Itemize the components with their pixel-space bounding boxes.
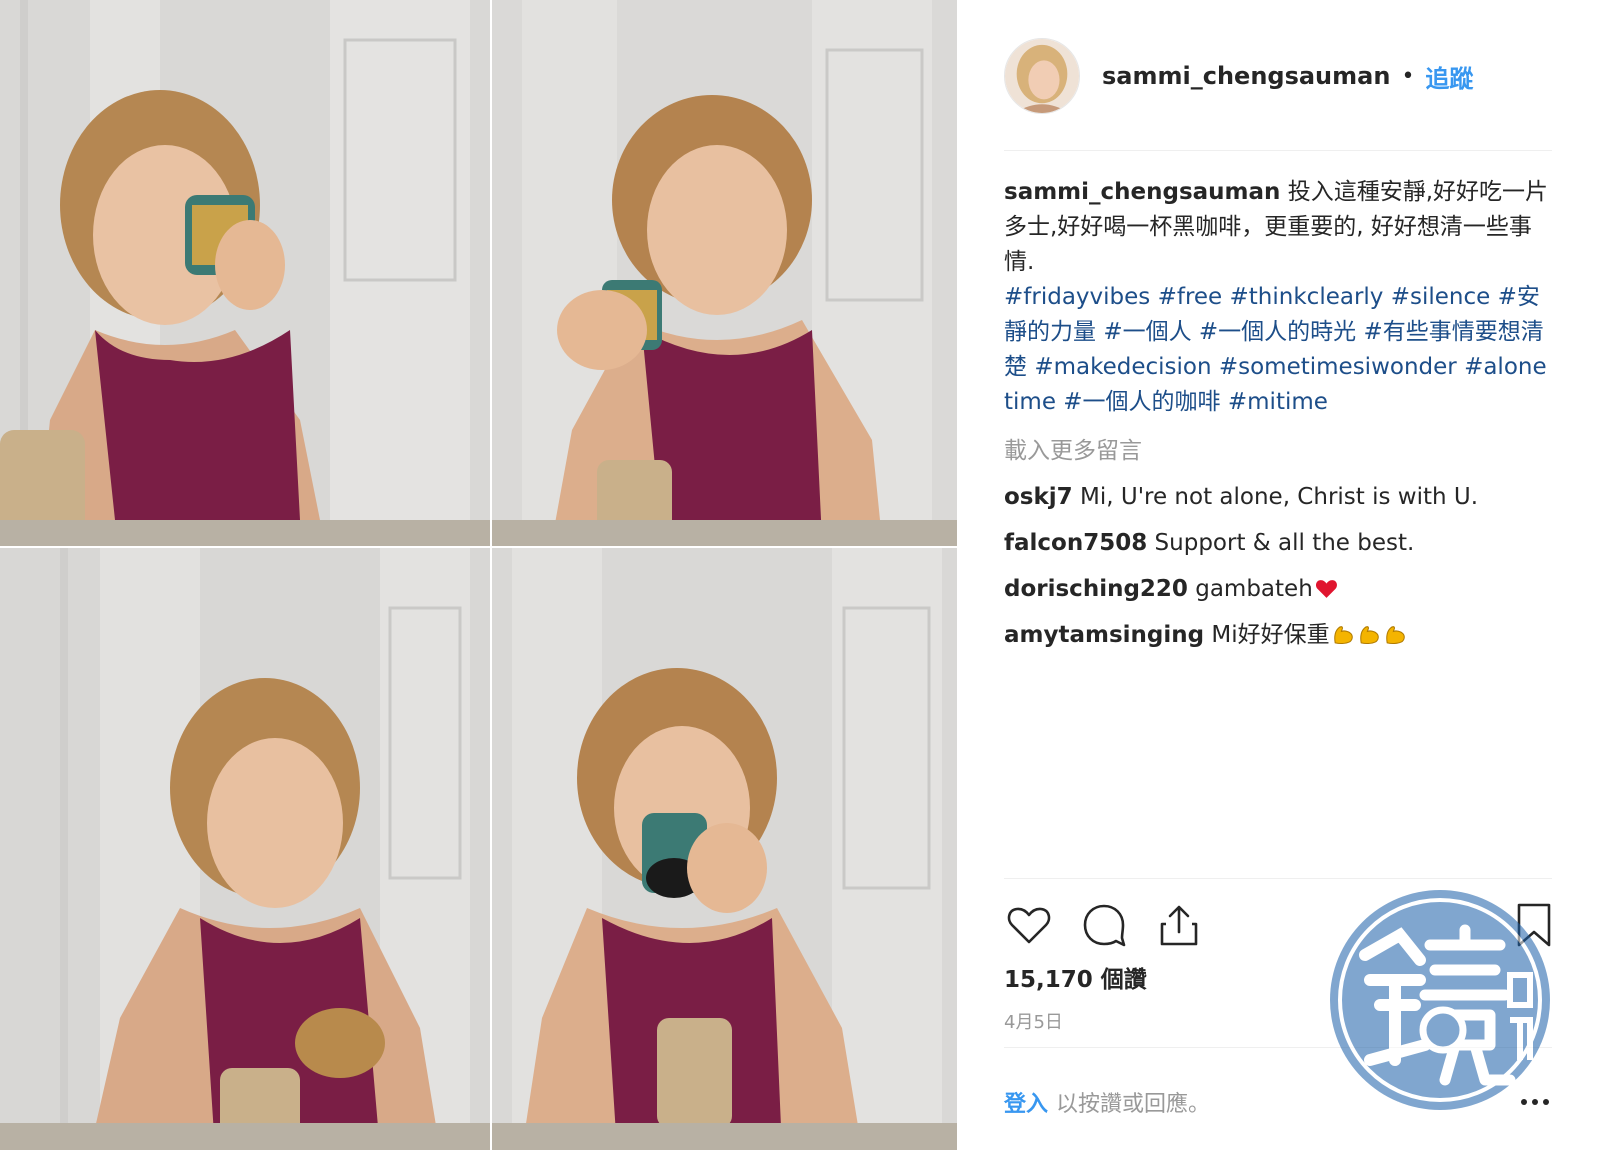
comment-username[interactable]: dorisching220 bbox=[1004, 576, 1188, 602]
comment-username[interactable]: oskj7 bbox=[1004, 484, 1073, 510]
hashtag[interactable]: #makedecision bbox=[1034, 354, 1211, 380]
share-icon[interactable] bbox=[1154, 900, 1204, 950]
comment-row: falcon7508 Support & all the best. bbox=[1004, 526, 1552, 561]
avatar[interactable] bbox=[1004, 38, 1080, 114]
hashtag[interactable]: #一個人 bbox=[1103, 319, 1191, 345]
flexed-biceps-emoji-icon bbox=[1357, 622, 1382, 647]
hashtag[interactable]: #thinkclearly bbox=[1230, 284, 1384, 310]
comment-text: Support & all the best. bbox=[1154, 530, 1415, 556]
photo-bottom-left bbox=[0, 548, 490, 1150]
flexed-biceps-emoji-icon bbox=[1331, 622, 1356, 647]
post-date[interactable]: 4月5日 bbox=[1004, 1008, 1063, 1034]
photo-top-right bbox=[492, 0, 957, 546]
like-count[interactable]: 15,170 個讚 bbox=[1004, 960, 1147, 994]
follow-button[interactable]: 追蹤 bbox=[1425, 59, 1473, 94]
comment-row: amytamsinging Mi好好保重 bbox=[1004, 618, 1552, 653]
comment-text: Mi, U're not alone, Christ is with U. bbox=[1080, 484, 1479, 510]
caption-username[interactable]: sammi_chengsauman bbox=[1004, 179, 1280, 205]
hashtag[interactable]: #一個人的咖啡 bbox=[1063, 389, 1220, 415]
comment-username[interactable]: falcon7508 bbox=[1004, 530, 1147, 556]
hashtag[interactable]: #fridayvibes bbox=[1004, 284, 1150, 310]
comment-row: oskj7 Mi, U're not alone, Christ is with… bbox=[1004, 480, 1552, 515]
post-header: sammi_chengsauman • 追蹤 bbox=[1004, 38, 1552, 114]
hashtag[interactable]: #silence bbox=[1391, 284, 1491, 310]
hashtag[interactable]: #sometimesiwonder bbox=[1219, 354, 1457, 380]
post-side-panel: sammi_chengsauman • 追蹤 sammi_chengsauman… bbox=[957, 0, 1600, 1150]
actions-divider bbox=[1004, 878, 1552, 879]
bookmark-icon[interactable] bbox=[1509, 900, 1559, 950]
header-username[interactable]: sammi_chengsauman bbox=[1102, 62, 1390, 90]
comment-row: dorisching220 gambateh bbox=[1004, 572, 1552, 607]
photo-collage bbox=[0, 0, 957, 1150]
hashtag[interactable]: #mitime bbox=[1228, 389, 1328, 415]
login-prompt-text: 以按讚或回應。 bbox=[1056, 1092, 1211, 1117]
photo-top-left bbox=[0, 0, 490, 546]
header-separator: • bbox=[1401, 63, 1415, 89]
hashtag[interactable]: #free bbox=[1158, 284, 1223, 310]
photo-bottom-right bbox=[492, 548, 957, 1150]
footer-divider bbox=[1004, 1047, 1552, 1048]
post-actions bbox=[1004, 900, 1552, 950]
flexed-biceps-emoji-icon bbox=[1383, 622, 1408, 647]
heart-icon[interactable] bbox=[1004, 900, 1054, 950]
comment-username[interactable]: amytamsinging bbox=[1004, 622, 1204, 648]
hashtag[interactable]: #一個人的時光 bbox=[1199, 319, 1356, 345]
comments-section: sammi_chengsauman 投入這種安靜,好好吃一片多士,好好喝一杯黑咖… bbox=[1004, 175, 1552, 653]
red-heart-emoji-icon bbox=[1314, 576, 1339, 601]
comment-text: Mi好好保重 bbox=[1211, 622, 1330, 648]
header-divider bbox=[1004, 150, 1552, 151]
more-dots-icon[interactable] bbox=[1518, 1087, 1552, 1117]
caption: sammi_chengsauman 投入這種安靜,好好吃一片多士,好好喝一杯黑咖… bbox=[1004, 175, 1552, 420]
comment-bubble-icon[interactable] bbox=[1079, 900, 1129, 950]
hashtag-list: #fridayvibes #free #thinkclearly #silenc… bbox=[1004, 280, 1552, 420]
load-more-comments-link[interactable]: 載入更多留言 bbox=[1004, 434, 1552, 469]
comment-text: gambateh bbox=[1195, 576, 1313, 602]
login-link[interactable]: 登入 bbox=[1004, 1086, 1048, 1118]
login-prompt: 登入 以按讚或回應。 bbox=[1004, 1085, 1552, 1119]
